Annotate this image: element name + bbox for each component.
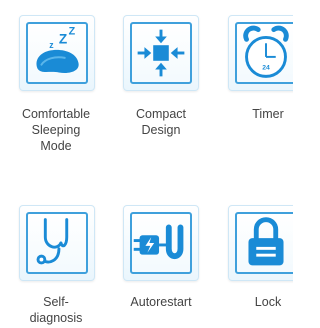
svg-text:z: z [49,40,54,50]
svg-text:Z: Z [59,31,67,46]
feature-tile-diagnosis [19,205,95,281]
feature-tile-compact [123,15,199,91]
sleep-pillow-icon: Z Z z [36,26,79,73]
feature-label-lock: Lock [254,295,282,309]
padlock-icon [248,217,284,266]
plug-restart-icon [133,224,184,260]
feature-label-timer: Timer [252,107,284,121]
feature-tile-lock [228,205,293,281]
feature-label-autorestart: Autorestart [130,295,192,309]
compact-arrows-icon [137,29,185,77]
clock-number: 24 [262,65,270,72]
feature-label-compact: Compact Design [135,107,187,137]
alarm-clock-icon: 24 [243,25,289,78]
svg-text:Z: Z [69,26,76,38]
feature-label-sleep: Comfortable Sleeping Mode [21,107,91,153]
feature-label-diagnosis: Self- diagnosis [29,295,83,325]
feature-tile-autorestart [123,205,199,281]
feature-tile-timer: 24 [228,15,293,91]
feature-tile-sleep: Z Z z [19,15,95,91]
stethoscope-icon [36,218,69,265]
feature-grid: Z Z z Comfortable Sleeping Mode Compact … [0,0,293,328]
